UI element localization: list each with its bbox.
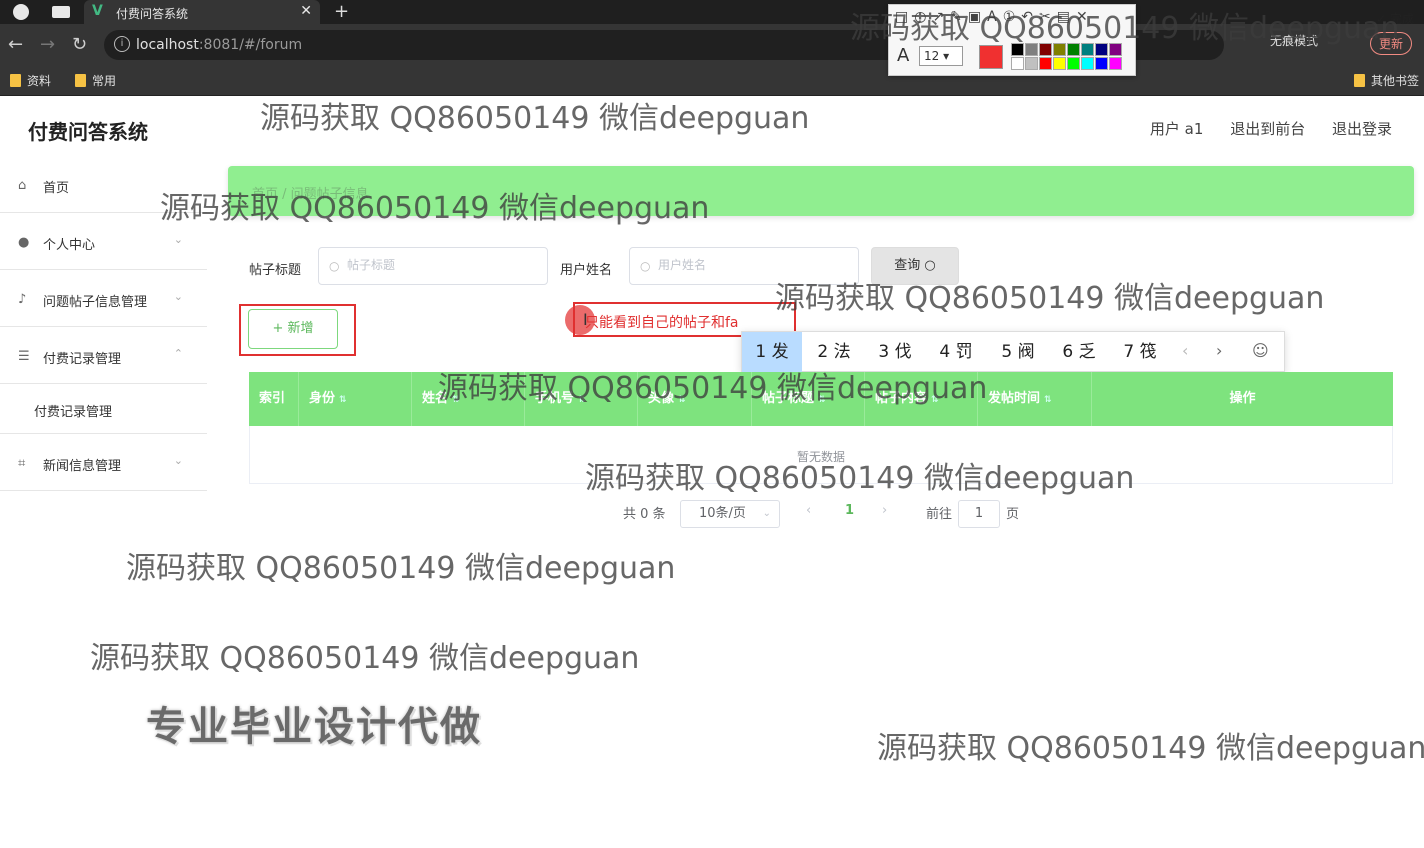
sidebar-item-label: 付费记录管理 — [43, 352, 122, 367]
watermark: 源码获取 QQ86050149 微信deepguan — [877, 731, 1424, 766]
sidebar-subitem-payment-records[interactable]: 付费记录管理 — [0, 384, 207, 434]
reload-icon[interactable]: ↻ — [72, 34, 87, 55]
tab-title: 付费问答系统 — [116, 7, 189, 21]
promo-watermark: 专业毕业设计代做 — [146, 704, 482, 750]
search-icon: ○ — [329, 259, 340, 273]
url-text: localhost:8081/#/forum — [136, 37, 303, 53]
sidebar-item-news[interactable]: ⌗ 新闻信息管理 ⌄ — [0, 434, 207, 491]
page-size-select[interactable]: 10条/页 ⌄ — [680, 500, 780, 528]
new-tab-button[interactable]: + — [334, 1, 349, 22]
page-suffix: 页 — [1006, 507, 1020, 522]
microphone-icon: ♪ — [18, 292, 27, 307]
header-links: 用户 a1 退出到前台 退出登录 — [1128, 118, 1392, 139]
color-swatch[interactable] — [1025, 57, 1038, 70]
tab-overview-icon[interactable] — [52, 6, 70, 18]
post-title-input[interactable] — [347, 258, 527, 272]
sidebar-item-payments[interactable]: ☰ 付费记录管理 ⌃ — [0, 327, 207, 384]
sidebar-item-label: 付费记录管理 — [34, 405, 113, 420]
next-page-icon[interactable]: › — [882, 503, 887, 518]
sliders-icon: ☰ — [18, 349, 30, 364]
user-label: 用户 a1 — [1149, 120, 1204, 138]
ime-candidate[interactable]: 6 乏 — [1049, 332, 1109, 372]
color-swatch[interactable] — [1067, 57, 1080, 70]
forward-icon[interactable]: → — [40, 34, 55, 55]
sort-icon: ⇅ — [1044, 395, 1052, 405]
font-icon: A — [897, 45, 910, 66]
chevron-left-icon[interactable]: ‹ — [1182, 341, 1188, 360]
table-column-header[interactable]: 索引 — [249, 372, 299, 426]
color-swatch[interactable] — [1053, 57, 1066, 70]
back-icon[interactable]: ← — [8, 34, 23, 55]
watermark: 源码获取 QQ86050149 微信deepguan — [438, 371, 988, 406]
watermark: 源码获取 QQ86050149 微信deepguan — [850, 11, 1400, 46]
crop-icon: ⌗ — [18, 456, 26, 471]
color-swatch[interactable] — [1081, 57, 1094, 70]
goto-page-input[interactable]: 1 — [958, 500, 1000, 528]
browser-profile-icon[interactable] — [13, 4, 29, 20]
current-color-swatch[interactable] — [979, 45, 1003, 69]
pagination-total: 共 0 条 — [623, 507, 666, 522]
chevron-down-icon: ⌄ — [173, 454, 183, 467]
folder-icon — [10, 74, 21, 87]
folder-icon — [1354, 74, 1365, 87]
home-icon: ⌂ — [18, 178, 27, 193]
bookmark-folder-ziliao[interactable]: 资料 — [10, 72, 51, 89]
folder-icon — [75, 74, 86, 87]
current-page[interactable]: 1 — [845, 503, 854, 518]
sidebar-item-label: 个人中心 — [43, 238, 96, 253]
user-name-input[interactable] — [658, 258, 838, 272]
ime-candidate[interactable]: 7 筏 — [1110, 332, 1170, 372]
logout-link[interactable]: 退出登录 — [1332, 120, 1392, 138]
table-column-header[interactable]: 身份 ⇅ — [299, 372, 412, 426]
chevron-down-icon: ⌄ — [762, 508, 771, 519]
sidebar-item-posts[interactable]: ♪ 问题帖子信息管理 ⌄ — [0, 270, 207, 327]
emoji-icon[interactable]: ☺ — [1252, 341, 1269, 360]
annotation-rectangle — [239, 304, 356, 356]
color-swatch[interactable] — [1039, 57, 1052, 70]
prev-page-icon[interactable]: ‹ — [806, 503, 811, 518]
tab-close-icon[interactable]: ✕ — [300, 3, 312, 19]
user-name-label: 用户姓名 — [560, 263, 613, 278]
sidebar-item-label: 新闻信息管理 — [43, 459, 122, 474]
font-size-select[interactable]: 12 ▾ — [919, 46, 963, 66]
site-info-icon[interactable]: i — [114, 36, 130, 52]
chevron-up-icon: ⌃ — [173, 347, 183, 360]
watermark: 源码获取 QQ86050149 微信deepguan — [160, 191, 710, 226]
search-icon: ○ — [640, 259, 651, 273]
vue-logo-icon: V — [92, 3, 103, 19]
bookmark-folder-changyong[interactable]: 常用 — [75, 72, 116, 89]
annotation-text: 只能看到自己的帖子和fa — [585, 315, 739, 331]
user-icon: ● — [18, 235, 30, 250]
app-title: 付费问答系统 — [28, 120, 148, 144]
color-palette[interactable] — [1011, 43, 1129, 70]
watermark: 源码获取 QQ86050149 微信deepguan — [585, 461, 1135, 496]
color-swatch[interactable] — [1095, 57, 1108, 70]
search-icon: ○ — [924, 258, 936, 273]
sidebar-item-label: 首页 — [43, 181, 70, 196]
watermark: 源码获取 QQ86050149 微信deepguan — [126, 551, 676, 586]
browser-tab[interactable]: V 付费问答系统 ✕ — [84, 0, 320, 24]
goto-label: 前往 — [926, 507, 953, 522]
bookmarks-bar: 资料 常用 其他书签 — [0, 66, 1424, 96]
watermark: 源码获取 QQ86050149 微信deepguan — [775, 281, 1325, 316]
table-column-header[interactable]: 发帖时间 ⇅ — [978, 372, 1092, 426]
watermark: 源码获取 QQ86050149 微信deepguan — [260, 101, 810, 136]
back-to-front-link[interactable]: 退出到前台 — [1230, 120, 1305, 138]
watermark: 源码获取 QQ86050149 微信deepguan — [90, 641, 640, 676]
color-swatch[interactable] — [1011, 57, 1024, 70]
sidebar-item-label: 问题帖子信息管理 — [43, 295, 148, 310]
color-swatch[interactable] — [1109, 57, 1122, 70]
post-title-input-wrap[interactable]: ○ — [318, 247, 548, 285]
ime-candidate[interactable]: 5 阀 — [988, 332, 1048, 372]
sort-icon: ⇅ — [339, 395, 347, 405]
chevron-down-icon: ⌄ — [173, 233, 183, 246]
other-bookmarks[interactable]: 其他书签 — [1354, 72, 1419, 89]
table-column-header: 操作 — [1229, 391, 1256, 406]
chevron-right-icon[interactable]: › — [1216, 341, 1222, 360]
post-title-label: 帖子标题 — [249, 263, 302, 278]
chevron-down-icon: ⌄ — [173, 290, 183, 303]
